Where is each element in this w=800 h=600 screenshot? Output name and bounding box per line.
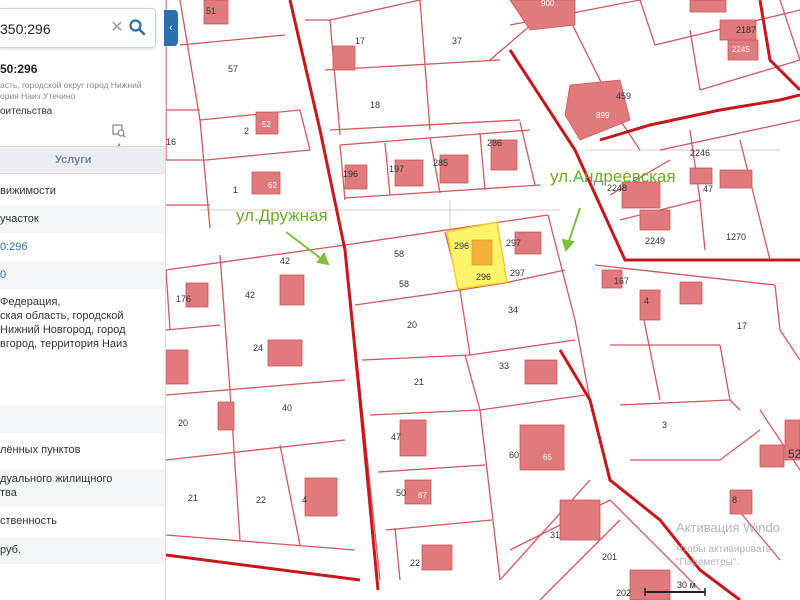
- plot-label: 57: [228, 64, 238, 74]
- plot-label: 1: [233, 185, 238, 195]
- plot-label: 24: [253, 343, 263, 353]
- plot-label: 20: [407, 320, 417, 330]
- object-title: 50:296: [0, 62, 38, 76]
- selected-building: [471, 239, 493, 266]
- plot-label: 8: [732, 495, 737, 505]
- building-label: 52: [262, 120, 271, 129]
- plot-label: 21: [188, 493, 198, 503]
- plot-label: 201: [602, 552, 617, 562]
- plot-label: 16: [166, 137, 176, 147]
- building-label: 62: [268, 181, 277, 190]
- plot-label: 17: [355, 36, 365, 46]
- building-label: 67: [418, 491, 427, 500]
- plot-label: 296: [454, 241, 469, 251]
- plot-label: 51: [206, 6, 216, 16]
- chevron-left-icon[interactable]: ‹: [164, 10, 178, 46]
- plot-label: 297: [510, 268, 525, 278]
- plot-label: 31: [550, 530, 560, 540]
- building-label: 65: [543, 453, 552, 462]
- plot-label: 196: [343, 169, 358, 179]
- plot-label: 2187: [736, 25, 756, 35]
- svg-text:"Параметры".: "Параметры".: [676, 557, 739, 568]
- object-address: асть, городской округ город Нижний ория …: [0, 80, 142, 101]
- plot-label: 60: [509, 450, 519, 460]
- plot-label: 286: [487, 138, 502, 148]
- info-panel: ✕ 50:296 асть, городской округ город Ниж…: [0, 0, 166, 600]
- search-icon[interactable]: [128, 18, 148, 38]
- plot-label: 4: [302, 495, 307, 505]
- street-label-druzhnaya: ул.Дружная: [236, 206, 328, 225]
- plot-label: 34: [508, 305, 518, 315]
- plot-label: 42: [280, 256, 290, 266]
- plot-label: 459: [616, 91, 631, 101]
- info-row: лённых пунктов: [0, 444, 81, 456]
- info-row: дуального жилищного тва: [0, 469, 165, 507]
- search-input[interactable]: [0, 18, 100, 40]
- plot-label: 52: [788, 447, 800, 461]
- info-row: руб.: [0, 538, 165, 564]
- plot-label: 20: [178, 418, 188, 428]
- plot-label: 1270: [726, 232, 746, 242]
- scale-label: 30 м: [677, 580, 696, 590]
- plot-label: 47: [391, 432, 401, 442]
- plot-label: 167: [614, 276, 629, 286]
- close-icon[interactable]: ✕: [108, 19, 126, 37]
- address-row: Федерация, ская область, городской Нижни…: [0, 296, 128, 350]
- info-row-link[interactable]: 0: [0, 261, 165, 289]
- plot-label: 58: [399, 279, 409, 289]
- plot-label: 285: [433, 158, 448, 168]
- street-label-andreevskaya: ул.Андреевская: [550, 167, 676, 186]
- plot-label: 42: [245, 290, 255, 300]
- plot-label: 58: [394, 249, 404, 259]
- building-label: 900: [541, 0, 555, 8]
- plot-label: 37: [452, 36, 462, 46]
- plot-label: 18: [370, 100, 380, 110]
- building-label: 2245: [732, 45, 750, 54]
- object-status: оительства: [0, 106, 53, 117]
- svg-text:Чтобы активировать: Чтобы активировать: [676, 543, 771, 555]
- panel-tabs: Услуги: [0, 146, 165, 174]
- object-actions: [111, 124, 152, 157]
- plot-label: 197: [389, 164, 404, 174]
- plot-label: 296: [476, 272, 491, 282]
- plot-label: 202: [616, 588, 631, 598]
- plot-label: 40: [282, 403, 292, 413]
- cadastral-number-link[interactable]: 0:296: [0, 233, 165, 261]
- plot-label: 47: [703, 184, 713, 194]
- zoom-to-object-icon[interactable]: [112, 124, 126, 138]
- info-row: ственность: [0, 515, 57, 527]
- plot-label: 297: [506, 238, 521, 248]
- plot-label: 22: [256, 495, 266, 505]
- plot-label: 21: [414, 377, 424, 387]
- plot-label: 22: [410, 558, 420, 568]
- plot-label: 2: [244, 126, 249, 136]
- plot-label: 50: [396, 488, 406, 498]
- info-row: [0, 405, 165, 433]
- plot-label: 4: [644, 296, 649, 306]
- svg-text:Активация Windo: Активация Windo: [676, 520, 780, 535]
- plot-label: 3: [662, 420, 667, 430]
- plot-label: 17: [737, 321, 747, 331]
- building-label: 899: [596, 111, 610, 120]
- tab-services[interactable]: Услуги: [55, 154, 92, 166]
- plot-label: 2249: [645, 236, 665, 246]
- info-row: участок: [0, 205, 165, 233]
- plot-label: 176: [176, 294, 191, 304]
- plot-label: 33: [499, 361, 509, 371]
- search-bar: ✕: [0, 8, 156, 48]
- plot-label: 2246: [690, 148, 710, 158]
